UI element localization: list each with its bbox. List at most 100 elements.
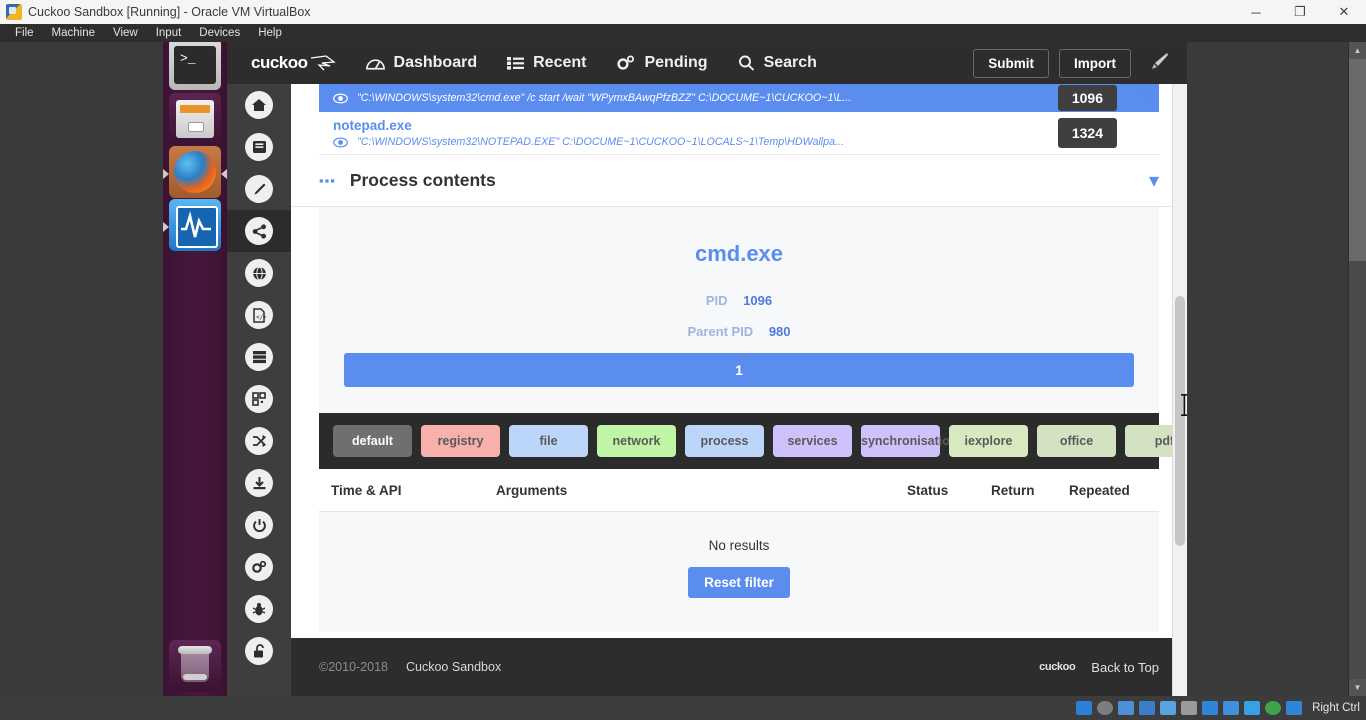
rail-item-admin[interactable] <box>227 630 291 672</box>
optical-disk-icon[interactable] <box>1097 701 1114 715</box>
rail-item-options[interactable] <box>227 546 291 588</box>
book-icon <box>245 133 273 161</box>
menu-view[interactable]: View <box>104 24 147 42</box>
cuckoo-navbar: cuckoo Dashboard Recent Pending Search S… <box>227 42 1187 84</box>
filter-network[interactable]: network <box>597 425 676 457</box>
filter-file[interactable]: file <box>509 425 588 457</box>
cuckoo-logo[interactable]: cuckoo <box>251 53 336 73</box>
eye-icon[interactable] <box>333 136 348 148</box>
rail-item-network[interactable] <box>227 252 291 294</box>
rail-item-export[interactable] <box>227 378 291 420</box>
launcher-files[interactable] <box>169 93 221 145</box>
process-row-notepad-exe[interactable]: notepad.exe "C:\WINDOWS\system32\NOTEPAD… <box>319 112 1159 155</box>
nav-search[interactable]: Search <box>738 54 817 72</box>
menu-machine[interactable]: Machine <box>43 24 104 42</box>
cuckoo-wordmark: cuckoo <box>251 53 308 72</box>
usb-icon[interactable] <box>1160 701 1177 715</box>
virtualbox-scrollbar-thumb[interactable] <box>1349 59 1366 261</box>
chevron-down-icon[interactable]: ▾ <box>1129 88 1159 108</box>
filter-synchronisation[interactable]: synchronisation <box>861 425 958 457</box>
rail-item-source[interactable]: </> <box>227 294 291 336</box>
minimize-button[interactable]: ─ <box>1234 0 1278 24</box>
floppy-icon[interactable] <box>1118 701 1135 715</box>
menu-input[interactable]: Input <box>147 24 191 42</box>
back-to-top-link[interactable]: Back to Top <box>1091 660 1159 675</box>
page-scrollbar[interactable] <box>1172 84 1187 696</box>
empty-state: No results Reset filter <box>319 512 1159 632</box>
cuckoo-bird-icon <box>310 55 336 71</box>
page-scrollbar-thumb[interactable] <box>1175 296 1185 546</box>
column-return[interactable]: Return <box>991 483 1069 498</box>
server-icon <box>245 343 273 371</box>
process-row-cmd-exe[interactable]: "C:\WINDOWS\system32\cmd.exe" /c start /… <box>319 84 1159 112</box>
summary-parent-pid-value: 980 <box>768 324 791 339</box>
network-icon[interactable] <box>1139 701 1156 715</box>
filter-iexplore[interactable]: iexplore <box>949 425 1028 457</box>
launcher-firefox[interactable] <box>169 146 221 198</box>
host-key-label: Right Ctrl <box>1312 702 1360 714</box>
virtualbox-scrollbar[interactable]: ▲ ▼ <box>1348 42 1366 696</box>
keyboard-icon[interactable] <box>1286 701 1303 715</box>
process-contents-header[interactable]: ▪▪▪ Process contents ▾ <box>291 155 1187 207</box>
qrcode-icon <box>245 385 273 413</box>
launcher-trash[interactable] <box>169 640 221 692</box>
mouse-icon[interactable] <box>1265 701 1282 715</box>
nav-dashboard[interactable]: Dashboard <box>365 54 477 72</box>
import-button[interactable]: Import <box>1059 48 1131 78</box>
virtualization-icon[interactable] <box>1244 701 1261 715</box>
menu-file[interactable]: File <box>6 24 43 42</box>
launcher-system-monitor[interactable] <box>169 199 221 251</box>
process-name: notepad.exe <box>333 118 412 133</box>
launcher-terminal[interactable]: >_ <box>169 42 221 90</box>
mouse-cursor <box>1181 394 1187 416</box>
filter-registry[interactable]: registry <box>421 425 500 457</box>
column-repeated[interactable]: Repeated <box>1069 483 1147 498</box>
column-time-api[interactable]: Time & API <box>331 483 496 498</box>
brush-icon[interactable] <box>1145 50 1171 77</box>
submit-button[interactable]: Submit <box>973 48 1049 78</box>
rail-item-reboot[interactable] <box>227 504 291 546</box>
summary-pid-row: PID 1096 <box>319 293 1159 308</box>
rail-item-behavior[interactable] <box>227 210 291 252</box>
list-icon <box>507 56 525 70</box>
hard-disk-icon[interactable] <box>1076 701 1093 715</box>
chevron-down-icon[interactable]: ▾ <box>1149 168 1159 193</box>
menu-help[interactable]: Help <box>249 24 291 42</box>
column-status[interactable]: Status <box>907 483 991 498</box>
nav-pending[interactable]: Pending <box>616 54 708 72</box>
reset-filter-button[interactable]: Reset filter <box>688 567 790 598</box>
video-capture-icon[interactable] <box>1223 701 1240 715</box>
cuckoo-footer: ©2010-2018 Cuckoo Sandbox cuckoo Back to… <box>291 638 1187 696</box>
filter-process[interactable]: process <box>685 425 764 457</box>
rail-item-static[interactable] <box>227 126 291 168</box>
close-button[interactable]: ✕ <box>1322 0 1366 24</box>
nav-search-label: Search <box>763 54 817 71</box>
pagination-bar[interactable]: 1 <box>344 353 1134 387</box>
rail-item-debug[interactable] <box>227 588 291 630</box>
eye-icon[interactable] <box>333 92 348 104</box>
filter-office[interactable]: office <box>1037 425 1116 457</box>
share-icon <box>245 217 273 245</box>
menu-devices[interactable]: Devices <box>190 24 249 42</box>
column-arguments[interactable]: Arguments <box>496 483 907 498</box>
process-row-body: "C:\WINDOWS\system32\cmd.exe" /c start /… <box>333 92 1058 104</box>
scroll-down-arrow-icon[interactable]: ▼ <box>1349 679 1366 696</box>
summary-pid-label: PID <box>705 293 728 308</box>
rail-item-compare[interactable] <box>227 420 291 462</box>
rail-item-home[interactable] <box>227 84 291 126</box>
filter-default[interactable]: default <box>333 425 412 457</box>
footer-cuckoo-logo: cuckoo <box>1039 661 1076 673</box>
display-icon[interactable] <box>1202 701 1219 715</box>
shared-folder-icon[interactable] <box>1181 701 1198 715</box>
scroll-up-arrow-icon[interactable]: ▲ <box>1349 42 1366 59</box>
filter-services[interactable]: services <box>773 425 852 457</box>
rail-item-signatures[interactable] <box>227 168 291 210</box>
rail-item-download[interactable] <box>227 462 291 504</box>
pencil-icon <box>245 175 273 203</box>
rail-item-memory[interactable] <box>227 336 291 378</box>
download-icon <box>245 469 273 497</box>
drag-handle-icon[interactable]: ▪▪▪ <box>319 173 336 188</box>
shuffle-icon <box>245 427 273 455</box>
nav-recent[interactable]: Recent <box>507 54 586 72</box>
maximize-button[interactable]: ❐ <box>1278 0 1322 24</box>
